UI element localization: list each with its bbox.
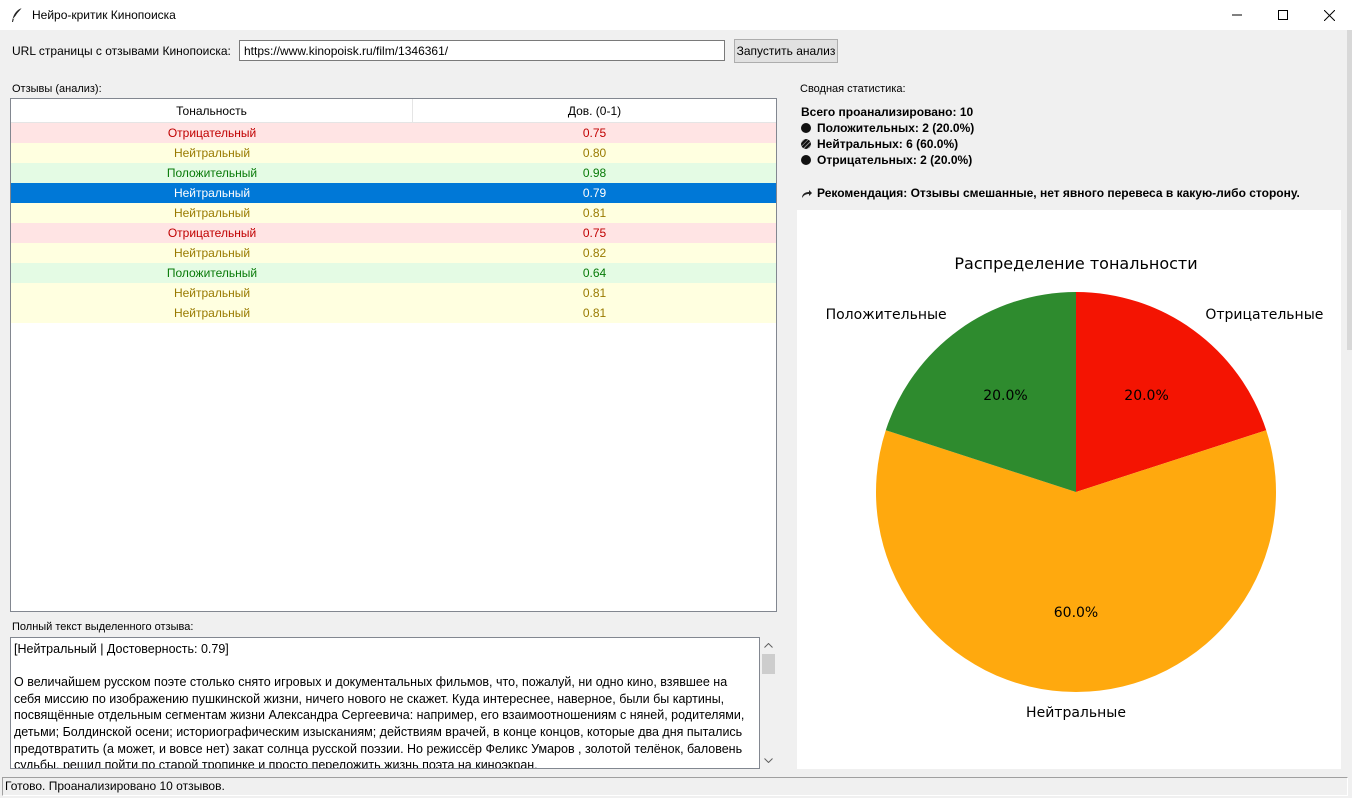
full-text-scrollbar[interactable] [760,637,777,769]
negative-bullet-icon [801,155,811,165]
sentiment-cell: Нейтральный [173,246,251,260]
window-title: Нейро-критик Кинопоиска [32,8,176,22]
maximize-icon [1278,10,1288,20]
arrow-right-icon [801,188,813,202]
table-row[interactable]: Отрицательный 0.75 [11,223,776,243]
scroll-down-icon[interactable] [760,752,777,769]
close-button[interactable] [1306,0,1352,30]
reviews-label: Отзывы (анализ): [12,83,102,95]
pie-pct-label-1: 60.0% [1054,605,1098,621]
confidence-cell: 0.75 [582,126,607,140]
pie-category-label-2: Положительные [826,307,947,323]
total-analyzed: Всего проанализировано: 10 [801,105,973,119]
scroll-up-icon[interactable] [760,637,777,654]
sentiment-cell: Положительный [166,266,258,280]
pie-pct-label-0: 20.0% [1124,388,1168,404]
sentiment-cell: Нейтральный [173,206,251,220]
sentiment-cell: Отрицательный [167,226,257,240]
recommendation-text: Рекомендация: Отзывы смешанные, нет явно… [817,186,1300,200]
neutral-bullet-icon [801,139,811,149]
neutral-count: Нейтральных: 6 (60.0%) [801,137,958,151]
minimize-icon [1232,14,1242,16]
column-header-sentiment[interactable]: Тональность [11,99,413,123]
reviews-table[interactable]: Тональность Дов. (0-1) Отрицательный 0.75… [10,98,777,612]
window-scrollbar[interactable] [1347,30,1352,350]
confidence-cell: 0.81 [582,206,607,220]
pie-category-label-0: Отрицательные [1205,307,1323,323]
column-header-confidence[interactable]: Дов. (0-1) [413,99,776,123]
full-text-label: Полный текст выделенного отзыва: [12,621,194,633]
positive-count: Положительных: 2 (20.0%) [801,121,974,135]
sentiment-cell: Положительный [166,166,258,180]
negative-count: Отрицательных: 2 (20.0%) [801,153,972,167]
url-input[interactable] [239,40,725,61]
run-analysis-button[interactable]: Запустить анализ [734,39,838,63]
confidence-cell: 0.75 [582,226,607,240]
negative-count-text: Отрицательных: 2 (20.0%) [817,153,973,167]
url-label: URL страницы с отзывами Кинопоиска: [12,44,231,58]
sentiment-cell: Нейтральный [173,306,251,320]
confidence-cell: 0.81 [582,306,607,320]
recommendation: Рекомендация: Отзывы смешанные, нет явно… [801,186,1339,202]
table-row[interactable]: Нейтральный 0.80 [11,143,776,163]
minimize-button[interactable] [1214,0,1260,30]
table-row[interactable]: Нейтральный 0.82 [11,243,776,263]
table-body: Отрицательный 0.75 Нейтральный 0.80 Положите… [11,123,776,323]
table-row[interactable]: Нейтральный 0.79 [11,183,776,203]
confidence-cell: 0.64 [582,266,607,280]
title-bar: Нейро-критик Кинопоиска [0,0,1352,30]
status-bar: Готово. Проанализировано 10 отзывов. [2,777,1348,796]
table-row[interactable]: Нейтральный 0.81 [11,203,776,223]
pie-pct-label-2: 20.0% [983,388,1027,404]
confidence-cell: 0.81 [582,286,607,300]
chart-panel: Распределение тональности 20.0% Отрицател… [797,210,1341,769]
sentiment-cell: Нейтральный [173,186,251,200]
table-row[interactable]: Нейтральный 0.81 [11,283,776,303]
sentiment-pie-chart: Распределение тональности 20.0% Отрицател… [826,254,1324,721]
pie-category-label-1: Нейтральные [1026,705,1126,721]
close-icon [1323,9,1335,21]
feather-icon [10,7,24,23]
total-analyzed-text: Всего проанализировано: 10 [801,105,974,119]
table-row[interactable]: Положительный 0.64 [11,263,776,283]
confidence-cell: 0.79 [582,186,607,200]
summary-label: Сводная статистика: [800,83,906,95]
chart-title: Распределение тональности [954,254,1197,273]
neutral-count-text: Нейтральных: 6 (60.0%) [817,137,959,151]
positive-bullet-icon [801,123,811,133]
table-row[interactable]: Отрицательный 0.75 [11,123,776,143]
full-text-area[interactable]: [Нейтральный | Достоверность: 0.79] О ве… [10,637,760,769]
scroll-thumb[interactable] [762,654,775,674]
confidence-cell: 0.80 [582,146,607,160]
table-row[interactable]: Положительный 0.98 [11,163,776,183]
sentiment-cell: Нейтральный [173,146,251,160]
confidence-cell: 0.82 [582,246,607,260]
table-row[interactable]: Нейтральный 0.81 [11,303,776,323]
sentiment-cell: Нейтральный [173,286,251,300]
positive-count-text: Положительных: 2 (20.0%) [817,121,975,135]
maximize-button[interactable] [1260,0,1306,30]
app-window: Нейро-критик Кинопоиска URL страницы с о… [0,0,1352,798]
confidence-cell: 0.98 [582,166,607,180]
table-header: Тональность Дов. (0-1) [11,99,776,123]
sentiment-cell: Отрицательный [167,126,257,140]
